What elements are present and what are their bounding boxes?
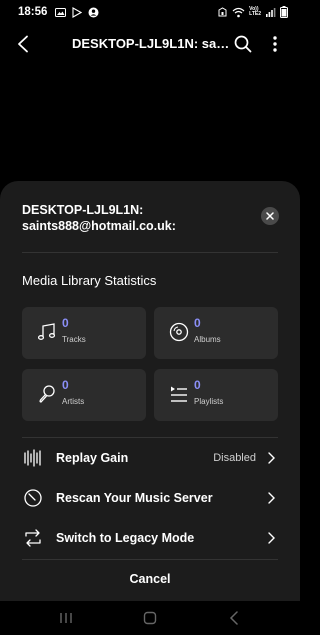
- chevron-right-icon: [266, 491, 276, 505]
- gallery-notification-icon: [55, 7, 67, 18]
- chevron-right-icon: [266, 531, 276, 545]
- replay-gain-value: Disabled: [213, 452, 256, 464]
- menu-label: Rescan Your Music Server: [56, 491, 213, 505]
- divider: [22, 559, 278, 560]
- playlist-icon: [168, 383, 190, 405]
- stat-label: Tracks: [62, 335, 86, 344]
- app-bar: DESKTOP-LJL9L1N: saints888@hotmail.co.uk…: [0, 28, 300, 60]
- divider: [22, 252, 278, 253]
- wifi-icon: [232, 7, 245, 18]
- album-disc-icon: [168, 321, 190, 343]
- stat-card-playlists[interactable]: 0 Playlists: [154, 369, 278, 421]
- system-nav-bar: [0, 601, 300, 635]
- recent-apps-icon[interactable]: [56, 609, 76, 627]
- battery-icon: [280, 6, 288, 18]
- menu-label: Switch to Legacy Mode: [56, 531, 195, 545]
- stat-card-artists[interactable]: 0 Artists: [22, 369, 146, 421]
- more-vert-icon[interactable]: [264, 31, 286, 57]
- stat-label: Artists: [62, 397, 85, 406]
- server-options-sheet: DESKTOP-LJL9L1N: saints888@hotmail.co.uk…: [0, 181, 300, 601]
- signal-icon: [265, 7, 276, 18]
- microphone-icon: [36, 383, 58, 405]
- back-arrow-icon[interactable]: [10, 31, 36, 57]
- close-icon[interactable]: [261, 207, 279, 225]
- play-store-notification-icon: [72, 6, 83, 18]
- status-time: 18:56: [18, 6, 48, 18]
- stat-value: 0: [62, 378, 69, 392]
- stat-card-tracks[interactable]: 0 Tracks: [22, 307, 146, 359]
- sheet-title-server: DESKTOP-LJL9L1N:: [22, 203, 144, 217]
- volte-lte-icon: Vo)) LTE2: [249, 6, 261, 17]
- replay-gain-row[interactable]: Replay Gain Disabled: [0, 438, 300, 478]
- stat-value: 0: [194, 316, 201, 330]
- switch-icon: [22, 527, 44, 549]
- waveform-icon: [22, 447, 44, 469]
- alarm-icon: [217, 6, 228, 18]
- nav-back-icon[interactable]: [224, 609, 244, 627]
- stat-card-albums[interactable]: 0 Albums: [154, 307, 278, 359]
- sheet-title-account: saints888@hotmail.co.uk:: [22, 219, 176, 233]
- search-icon[interactable]: [231, 31, 255, 57]
- stat-label: Playlists: [194, 397, 224, 406]
- rescan-server-row[interactable]: Rescan Your Music Server: [0, 478, 300, 518]
- account-notification-icon: [88, 7, 99, 18]
- rescan-icon: [22, 487, 44, 509]
- stat-label: Albums: [194, 335, 221, 344]
- music-note-icon: [36, 321, 58, 343]
- home-icon[interactable]: [140, 609, 160, 627]
- stat-value: 0: [62, 316, 69, 330]
- cancel-button[interactable]: Cancel: [0, 567, 300, 591]
- stats-heading: Media Library Statistics: [22, 273, 157, 288]
- chevron-right-icon: [266, 451, 276, 465]
- menu-label: Replay Gain: [56, 451, 129, 465]
- page-title: DESKTOP-LJL9L1N: saints888@hotmail.co.uk…: [72, 36, 230, 51]
- sheet-title: DESKTOP-LJL9L1N: saints888@hotmail.co.uk…: [22, 202, 242, 234]
- legacy-mode-row[interactable]: Switch to Legacy Mode: [0, 518, 300, 558]
- status-bar: 18:56 Vo)) LTE2: [0, 0, 300, 24]
- stat-value: 0: [194, 378, 201, 392]
